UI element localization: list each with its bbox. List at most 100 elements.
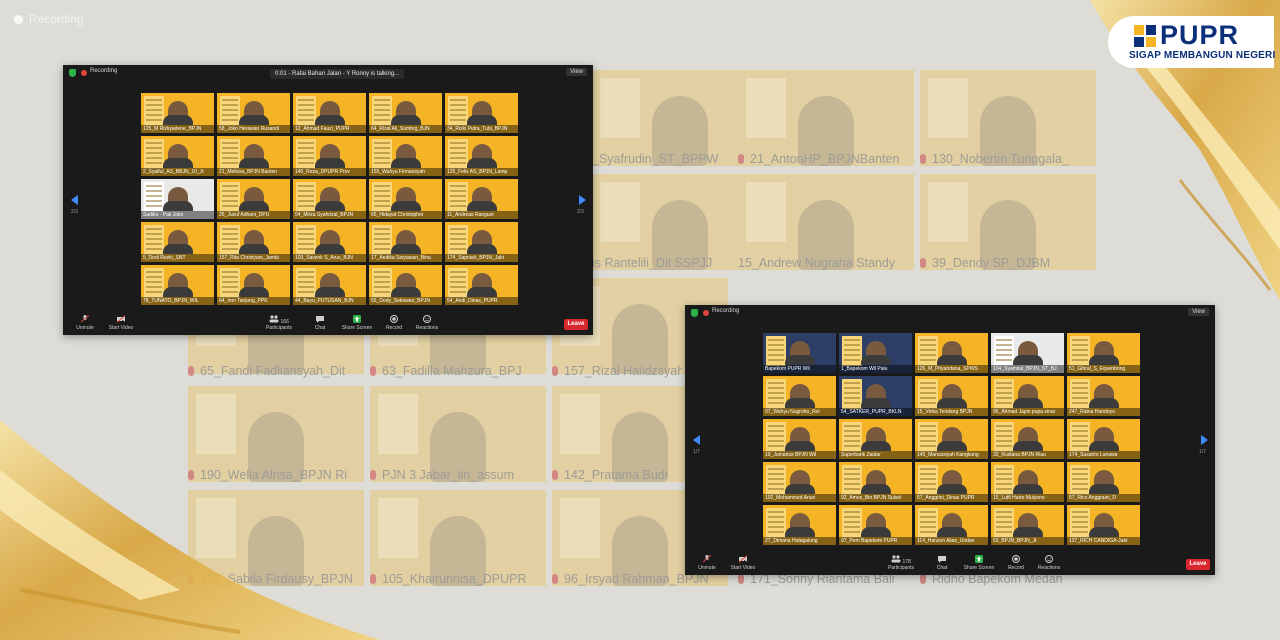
participant-tile[interactable]: Superbank Zaidar bbox=[839, 419, 912, 459]
view-button[interactable]: View bbox=[566, 68, 587, 76]
participant-tile[interactable]: 57_Anggrini_Dinas PUPR bbox=[915, 462, 988, 502]
participant-tile[interactable]: 55_Dody_Setiawan_BPJN bbox=[369, 265, 442, 305]
participant-tile[interactable]: 140_Reza_DPUPR Prov bbox=[293, 136, 366, 176]
participant-tile[interactable]: 5_Dedi Rezki_SNT bbox=[141, 222, 214, 262]
presentation-slide bbox=[448, 225, 468, 255]
participant-tile[interactable]: 125_M Rizkyadene_BPJN bbox=[141, 93, 214, 133]
presentation-slide bbox=[220, 96, 240, 126]
participant-tile[interactable]: 58_Joko Herawan Rusandi bbox=[217, 93, 290, 133]
participant-tile[interactable]: 97_Wahyu Nugroho_Rol bbox=[763, 376, 836, 416]
participant-tile[interactable]: 125_Felix AS_BPJN_Lamp bbox=[445, 136, 518, 176]
presentation-slide bbox=[918, 508, 938, 538]
background-participant-name: 190_Wella Alrisa_BPJN Ri bbox=[188, 464, 364, 486]
participant-tile[interactable]: 104_Syamsul_BPJN_ST_BJ bbox=[991, 333, 1064, 373]
zoom-window-1: Recording 0:01 - Rafai Bahan Jalan - Y R… bbox=[63, 65, 593, 335]
participant-tile[interactable]: 155_Wahyu Firmansyah bbox=[369, 136, 442, 176]
start-video-button[interactable]: Start Video bbox=[101, 315, 141, 331]
participant-tile[interactable]: 96_Ahmad Japin pupa sinar bbox=[991, 376, 1064, 416]
presentation-slide bbox=[220, 268, 240, 298]
background-participant-name: 39_Dendy SP_DJBM bbox=[920, 252, 1096, 274]
participant-tile[interactable]: 11_Andreas Ranguei bbox=[445, 179, 518, 219]
participant-tile[interactable]: 12_Ahmad Fauzi_PUPR bbox=[293, 93, 366, 133]
participant-name: 15_Lutfi Harto Mulyono bbox=[991, 494, 1064, 502]
participant-tile[interactable]: 51_Gibral_S_Equenbring bbox=[1067, 333, 1140, 373]
participant-tile[interactable]: 54_Andi_Dinas_PUPR bbox=[445, 265, 518, 305]
participant-tile[interactable]: 64_Rizal Ali_Sumbrg_BJN bbox=[369, 93, 442, 133]
previous-page-arrow-icon[interactable] bbox=[71, 195, 78, 205]
presentation-slide bbox=[448, 182, 468, 212]
chat-button[interactable]: Chat bbox=[300, 315, 340, 331]
presentation-slide bbox=[994, 422, 1014, 452]
participant-tile[interactable]: 15_Vinka Tendang BPJN bbox=[915, 376, 988, 416]
presentation-slide bbox=[842, 508, 862, 538]
participant-tile[interactable]: 44_Bayu_PUTUSAN_BJN bbox=[293, 265, 366, 305]
next-page-arrow-icon[interactable] bbox=[1201, 435, 1208, 445]
participant-tile[interactable]: 174_Sapniah_BPJN_Jakt bbox=[445, 222, 518, 262]
background-recording-indicator: Recording bbox=[14, 12, 84, 26]
previous-page-arrow-icon[interactable] bbox=[693, 435, 700, 445]
participant-tile[interactable]: 26_Jusuf Adhani_DPU bbox=[217, 179, 290, 219]
unmute-button[interactable]: Unmute bbox=[65, 315, 105, 331]
participant-name: 114_Hanzon Alias_Undan bbox=[915, 537, 988, 545]
share-screen-button[interactable]: Share Screen bbox=[959, 555, 999, 571]
participant-tile[interactable]: 19_Jumarius BPJN Wil bbox=[763, 419, 836, 459]
presentation-slide bbox=[144, 268, 164, 298]
participant-tile[interactable]: 126_M_Priyandana_SPWS bbox=[915, 333, 988, 373]
participant-name: 55_Dody_Setiawan_BPJN bbox=[369, 297, 442, 305]
leave-button[interactable]: Leave bbox=[1186, 559, 1210, 570]
share-screen-button[interactable]: Share Screen bbox=[337, 315, 377, 331]
participant-tile[interactable]: 17_Andika Setyawan_Bina bbox=[369, 222, 442, 262]
participant-tile[interactable]: 247_Ratna Handoyo bbox=[1067, 376, 1140, 416]
participant-tile[interactable]: 65_Hidayat Christopher bbox=[369, 179, 442, 219]
participant-name: 140_Reza_DPUPR Prov bbox=[293, 168, 366, 176]
participant-tile[interactable]: 27_Dimana Hutagalung bbox=[763, 505, 836, 545]
participants-button[interactable]: 178 Participants bbox=[881, 555, 921, 571]
participant-tile[interactable]: 15_Lutfi Harto Mulyono bbox=[991, 462, 1064, 502]
participant-tile[interactable]: 32_Rudiana BPJN Riau bbox=[991, 419, 1064, 459]
participant-tile[interactable]: 137_RICH CANDIGA-Jakt bbox=[1067, 505, 1140, 545]
participant-tile[interactable]: 64_Iron Tanjung_PPK bbox=[217, 265, 290, 305]
participant-name: 104_Syamsul_BPJN_ST_BJ bbox=[991, 365, 1064, 373]
participant-tile[interactable]: 102_Mohammed Anuri bbox=[763, 462, 836, 502]
participant-name: 125_M Rizkyadene_BPJN bbox=[141, 125, 214, 133]
meeting-toolbar: Unmute Start Video 166 Participants Chat… bbox=[63, 313, 593, 335]
participant-name: 97_Pem Bapekom PUPR bbox=[839, 537, 912, 545]
reactions-button[interactable]: Reactions bbox=[1029, 555, 1069, 571]
participant-tile[interactable]: 21_Melissa_BPJN Banten bbox=[217, 136, 290, 176]
presentation-slide bbox=[1070, 379, 1090, 409]
participant-tile[interactable]: 78_TUNATO_BPJN_WIL bbox=[141, 265, 214, 305]
participant-tile[interactable]: 34_Rizki Putra_Tubi_BPJN bbox=[445, 93, 518, 133]
participant-tile[interactable]: 114_Hanzon Alias_Undan bbox=[915, 505, 988, 545]
page-indicator-left: 2/3 bbox=[71, 209, 78, 215]
participant-tile[interactable]: 54_Mirza Syahrizal_BPJN bbox=[293, 179, 366, 219]
reactions-button[interactable]: Reactions bbox=[407, 315, 447, 331]
background-participant-name: 105_Khairunnisa_DPUPR bbox=[370, 568, 546, 590]
chat-button[interactable]: Chat bbox=[922, 555, 962, 571]
microphone-muted-icon bbox=[703, 555, 711, 563]
participant-tile[interactable]: 57_Rico Anggraini_D bbox=[1067, 462, 1140, 502]
presentation-slide bbox=[144, 139, 164, 169]
unmute-button[interactable]: Unmute bbox=[687, 555, 727, 571]
participant-tile[interactable]: 92_Amos_Bin BPJN Sulsel bbox=[839, 462, 912, 502]
participant-tile[interactable]: 145_Manussiyah Kangkung bbox=[915, 419, 988, 459]
participant-tile[interactable]: 1_Bapekom Wil Palu bbox=[839, 333, 912, 373]
recording-label: Recording bbox=[90, 68, 118, 74]
leave-button[interactable]: Leave bbox=[564, 319, 588, 330]
participant-tile[interactable]: Sadiku - Pak Joko bbox=[141, 179, 214, 219]
participant-tile[interactable]: 97_Pem Bapekom PUPR bbox=[839, 505, 912, 545]
participant-name: 145_Manussiyah Kangkung bbox=[915, 451, 988, 459]
participant-name: 54_SATKER_PUPR_BKLN bbox=[839, 408, 912, 416]
participants-button[interactable]: 166 Participants bbox=[259, 315, 299, 331]
next-page-arrow-icon[interactable] bbox=[579, 195, 586, 205]
participant-tile[interactable]: 50_BPJN_BPJN_Jt bbox=[991, 505, 1064, 545]
participant-tile[interactable]: 157_Rita Christyani_Jambi bbox=[217, 222, 290, 262]
participant-name: 65_Hidayat Christopher bbox=[369, 211, 442, 219]
participant-tile[interactable]: 174_Susanto Lunawa bbox=[1067, 419, 1140, 459]
view-button[interactable]: View bbox=[1188, 308, 1209, 316]
participant-tile[interactable]: 103_Savenk S_Arus_BJN bbox=[293, 222, 366, 262]
start-video-button[interactable]: Start Video bbox=[723, 555, 763, 571]
participant-tile[interactable]: 2_Syaiful_AS_BBJN_10_Jt bbox=[141, 136, 214, 176]
participants-icon bbox=[891, 555, 901, 563]
participant-tile[interactable]: 54_SATKER_PUPR_BKLN bbox=[839, 376, 912, 416]
participant-tile[interactable]: Bapekom PUPR Wil bbox=[763, 333, 836, 373]
